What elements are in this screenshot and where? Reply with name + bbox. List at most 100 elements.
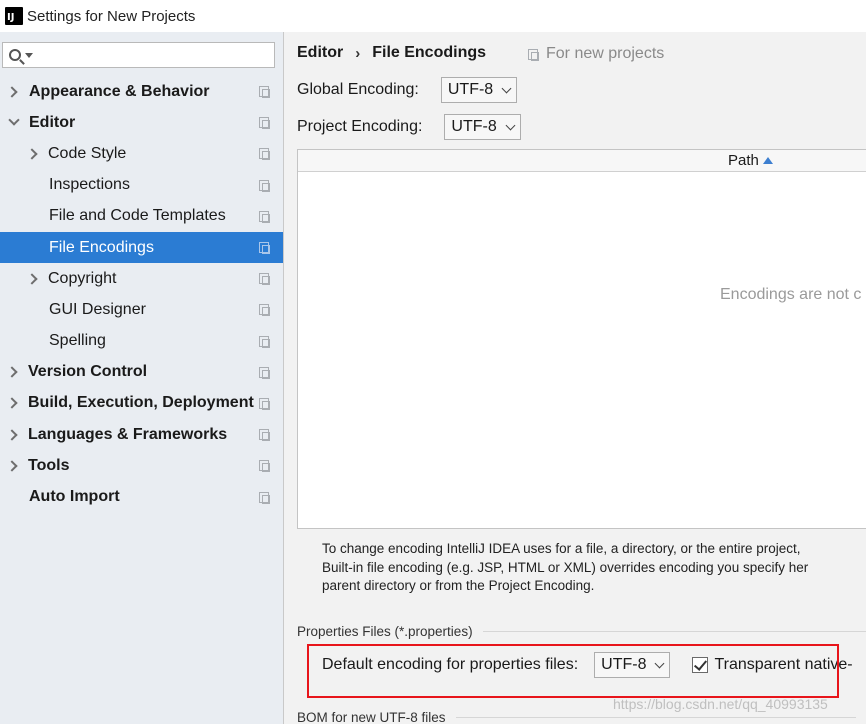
sidebar-item-version-control[interactable]: Version Control bbox=[0, 357, 283, 388]
project-scope-icon bbox=[259, 491, 270, 504]
expand-arrow-icon[interactable] bbox=[26, 273, 38, 285]
sidebar-item-label: Tools bbox=[28, 456, 70, 474]
chevron-down-icon bbox=[655, 658, 665, 668]
sidebar-item-label: Copyright bbox=[48, 269, 117, 287]
sidebar-item-build-execution-deployment[interactable]: Build, Execution, Deployment bbox=[0, 388, 283, 419]
sidebar-item-tools[interactable]: Tools bbox=[0, 450, 283, 481]
expand-arrow-icon[interactable] bbox=[6, 460, 18, 472]
sidebar-item-label: Inspections bbox=[49, 176, 130, 194]
project-encoding-value: UTF-8 bbox=[451, 118, 497, 135]
sidebar-item-label: Code Style bbox=[48, 144, 127, 162]
sidebar-item-gui-designer[interactable]: GUI Designer bbox=[0, 294, 283, 325]
window-title: Settings for New Projects bbox=[27, 7, 196, 25]
project-scope-icon bbox=[259, 117, 270, 130]
sidebar-item-label: GUI Designer bbox=[49, 300, 146, 318]
project-encoding-select[interactable]: UTF-8 bbox=[444, 114, 521, 140]
collapse-arrow-icon[interactable] bbox=[8, 114, 20, 126]
transparent-native-ascii-checkbox[interactable] bbox=[692, 657, 709, 673]
table-header: Path bbox=[298, 150, 866, 172]
bom-section-header: BOM for new UTF-8 files bbox=[297, 710, 856, 724]
project-scope-icon bbox=[259, 148, 270, 161]
global-encoding-label: Global Encoding: bbox=[297, 81, 419, 98]
sidebar-item-appearance-behavior[interactable]: Appearance & Behavior bbox=[0, 76, 283, 107]
project-encoding-label: Project Encoding: bbox=[297, 118, 423, 135]
expand-arrow-icon[interactable] bbox=[6, 397, 18, 410]
expand-arrow-icon[interactable] bbox=[26, 148, 38, 160]
sidebar-item-auto-import[interactable]: Auto Import bbox=[0, 481, 283, 512]
expand-arrow-icon[interactable] bbox=[6, 428, 18, 441]
sort-ascending-icon bbox=[762, 157, 773, 164]
project-scope-icon bbox=[259, 179, 270, 192]
info-line: To change encoding IntelliJ IDEA uses fo… bbox=[322, 541, 801, 556]
scope-hint-text: For new projects bbox=[546, 45, 665, 62]
sidebar-item-file-code-templates[interactable]: File and Code Templates bbox=[0, 201, 283, 232]
sidebar-item-copyright[interactable]: Copyright bbox=[0, 263, 283, 294]
search-history-dropdown-icon[interactable] bbox=[25, 52, 33, 58]
sidebar-item-label: Spelling bbox=[49, 332, 106, 350]
project-scope-icon bbox=[259, 86, 270, 99]
info-line: Built-in file encoding (e.g. JSP, HTML o… bbox=[322, 559, 809, 575]
path-column-label: Path bbox=[728, 152, 759, 169]
sidebar-item-label: Editor bbox=[29, 113, 76, 131]
scope-hint: For new projects bbox=[528, 45, 664, 63]
sidebar-item-label: Build, Execution, Deployment bbox=[28, 394, 254, 412]
section-title: Properties Files (*.properties) bbox=[297, 624, 473, 639]
chevron-down-icon bbox=[505, 120, 516, 130]
sidebar-item-code-style[interactable]: Code Style bbox=[0, 138, 283, 169]
settings-tree: Appearance & Behavior Editor Code Style … bbox=[0, 76, 283, 513]
sidebar-item-spelling[interactable]: Spelling bbox=[0, 326, 283, 357]
info-line: parent directory or from the Project Enc… bbox=[322, 578, 595, 594]
properties-encoding-select[interactable]: UTF-8 bbox=[594, 652, 671, 678]
properties-encoding-row: Default encoding for properties files: U… bbox=[322, 652, 853, 678]
properties-section-header: Properties Files (*.properties) bbox=[297, 624, 866, 639]
sidebar-item-label: File and Code Templates bbox=[49, 207, 226, 225]
watermark: https://blog.csdn.net/qq_40993135 bbox=[613, 696, 828, 712]
transparent-native-ascii-label[interactable]: Transparent native- bbox=[714, 656, 852, 674]
sidebar-item-editor[interactable]: Editor bbox=[0, 107, 283, 138]
project-scope-icon bbox=[259, 335, 270, 348]
sidebar-item-languages-frameworks[interactable]: Languages & Frameworks bbox=[0, 419, 283, 450]
sidebar-item-file-encodings[interactable]: File Encodings bbox=[0, 231, 283, 264]
project-scope-icon bbox=[259, 429, 270, 442]
global-encoding-value: UTF-8 bbox=[447, 81, 494, 98]
expand-arrow-icon[interactable] bbox=[6, 366, 18, 378]
project-scope-icon bbox=[259, 273, 270, 286]
project-scope-icon bbox=[259, 210, 270, 223]
breadcrumb-separator: › bbox=[355, 44, 361, 62]
global-encoding-select[interactable]: UTF-8 bbox=[440, 77, 518, 103]
project-scope-icon bbox=[259, 242, 270, 255]
properties-encoding-label: Default encoding for properties files: bbox=[322, 656, 579, 673]
sidebar-item-label: Languages & Frameworks bbox=[28, 425, 228, 443]
breadcrumb-parent: Editor bbox=[297, 44, 344, 61]
expand-arrow-icon[interactable] bbox=[6, 85, 18, 98]
settings-content: Editor › File Encodings For new projects… bbox=[285, 32, 866, 724]
chevron-down-icon bbox=[501, 83, 512, 93]
breadcrumb-current: File Encodings bbox=[372, 44, 487, 61]
section-divider bbox=[455, 717, 856, 718]
project-encoding-row: Project Encoding: UTF-8 bbox=[297, 114, 521, 140]
project-scope-icon bbox=[259, 397, 270, 410]
breadcrumb: Editor › File Encodings bbox=[297, 44, 486, 62]
title-bar: IJ Settings for New Projects bbox=[0, 0, 866, 32]
global-encoding-row: Global Encoding: UTF-8 bbox=[297, 77, 518, 103]
search-input[interactable] bbox=[39, 47, 274, 63]
sidebar-item-inspections[interactable]: Inspections bbox=[0, 170, 283, 201]
path-encoding-table[interactable]: Path Encodings are not c bbox=[297, 149, 866, 529]
project-scope-icon bbox=[259, 460, 270, 473]
sidebar-item-label: Version Control bbox=[28, 363, 148, 381]
table-empty-text: Encodings are not c bbox=[720, 286, 862, 303]
sidebar-item-label: Auto Import bbox=[29, 488, 120, 506]
project-scope-icon bbox=[259, 304, 270, 317]
settings-search[interactable] bbox=[2, 42, 275, 68]
encoding-info-text: To change encoding IntelliJ IDEA uses fo… bbox=[322, 540, 808, 596]
search-icon[interactable] bbox=[9, 49, 21, 61]
settings-sidebar: Appearance & Behavior Editor Code Style … bbox=[0, 32, 284, 724]
section-title: BOM for new UTF-8 files bbox=[297, 710, 446, 724]
properties-encoding-value: UTF-8 bbox=[601, 656, 647, 673]
intellij-logo-icon: IJ bbox=[3, 5, 25, 27]
sidebar-item-label: Appearance & Behavior bbox=[29, 82, 210, 100]
project-scope-icon bbox=[259, 366, 270, 379]
project-scope-icon bbox=[528, 48, 539, 61]
path-column-header[interactable]: Path bbox=[728, 152, 773, 169]
section-divider bbox=[482, 631, 866, 632]
